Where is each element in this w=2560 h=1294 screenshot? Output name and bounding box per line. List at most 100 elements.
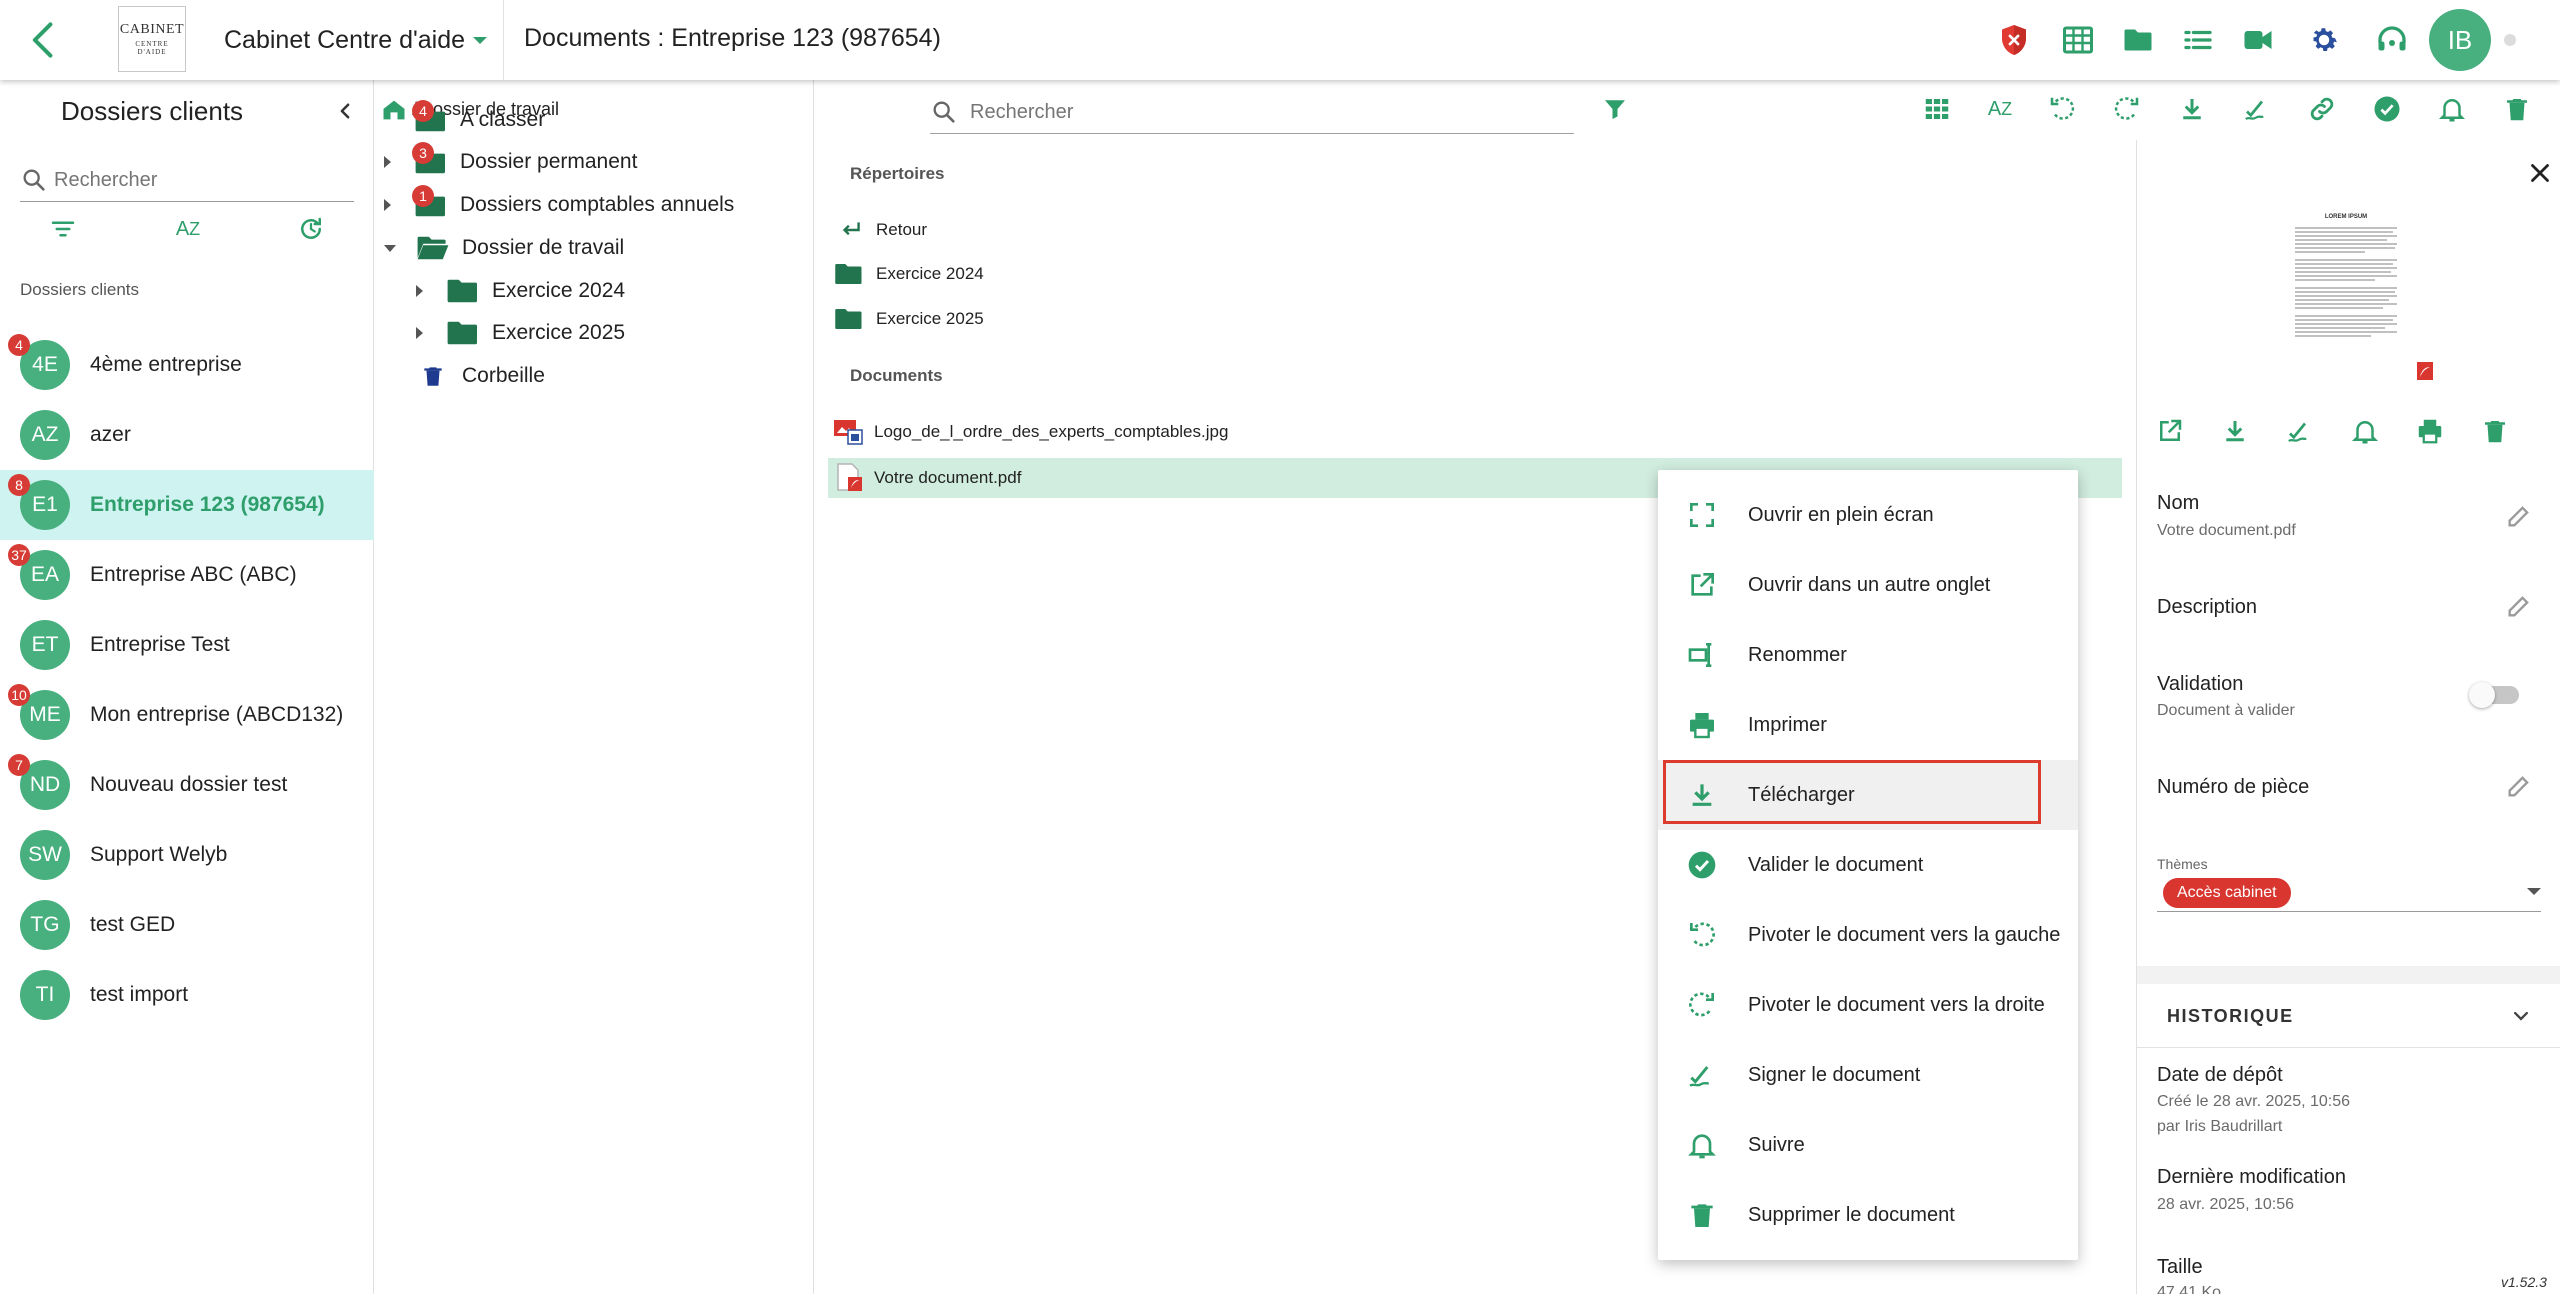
expand-arrow-icon[interactable] bbox=[384, 156, 391, 168]
collapse-chevron-icon[interactable] bbox=[330, 96, 360, 126]
client-row[interactable]: 10 ME Mon entreprise (ABCD132) bbox=[0, 680, 374, 750]
client-row-selected[interactable]: 8 E1 Entreprise 123 (987654) bbox=[0, 470, 374, 540]
rotate-right-icon[interactable] bbox=[2112, 94, 2142, 124]
client-row[interactable]: AZ azer bbox=[0, 400, 374, 470]
context-menu-item[interactable]: Télécharger bbox=[1658, 760, 2078, 830]
folder-badge: 1 bbox=[412, 185, 434, 207]
expand-arrow-icon[interactable] bbox=[384, 199, 391, 211]
spreadsheet-icon[interactable] bbox=[2054, 16, 2102, 64]
expand-arrow-icon[interactable] bbox=[416, 285, 423, 297]
folder-icon[interactable] bbox=[2114, 16, 2162, 64]
document-row[interactable]: Logo_de_l_ordre_des_experts_comptables.j… bbox=[834, 414, 1228, 450]
back-arrow-icon[interactable] bbox=[22, 18, 66, 62]
back-row[interactable]: Retour bbox=[838, 214, 927, 246]
tree-item-dossiers-comptables[interactable]: 1 Dossiers comptables annuels bbox=[384, 185, 734, 225]
tree-item-dossier-permanent[interactable]: 3 Dossier permanent bbox=[384, 142, 637, 182]
client-row[interactable]: 7 ND Nouveau dossier test bbox=[0, 750, 374, 820]
download-icon[interactable] bbox=[2220, 416, 2250, 446]
sidebar-search[interactable] bbox=[20, 160, 354, 202]
tree-item-corbeille[interactable]: Corbeille bbox=[420, 356, 545, 396]
context-menu-item[interactable]: Suivre bbox=[1658, 1110, 2078, 1180]
tree-item-dossier-de-travail[interactable]: Dossier de travail bbox=[384, 228, 624, 268]
sort-az-icon[interactable]: AZ bbox=[1982, 94, 2018, 124]
client-avatar: AZ bbox=[20, 410, 70, 460]
context-menu-item[interactable]: Ouvrir dans un autre onglet bbox=[1658, 550, 2078, 620]
client-initials: SW bbox=[28, 843, 62, 866]
trash-icon[interactable] bbox=[2502, 94, 2532, 124]
sidebar-search-input[interactable] bbox=[54, 164, 344, 196]
section-label: Dossiers clients bbox=[20, 280, 140, 299]
theme-chip[interactable]: Accès cabinet bbox=[2163, 878, 2291, 908]
context-menu-label: Pivoter le document vers la droite bbox=[1748, 993, 2045, 1016]
signature-icon[interactable] bbox=[2242, 94, 2272, 124]
filter-funnel-icon[interactable] bbox=[1600, 94, 1630, 124]
refresh-icon[interactable] bbox=[296, 214, 326, 244]
close-icon[interactable] bbox=[2525, 158, 2555, 188]
themes-select[interactable]: Thèmes Accès cabinet bbox=[2157, 856, 2541, 912]
print-icon[interactable] bbox=[2415, 416, 2445, 446]
folder-icon bbox=[835, 264, 862, 284]
bell-icon[interactable] bbox=[2437, 94, 2467, 124]
tree-label: Dossier de travail bbox=[462, 236, 625, 259]
historique-header[interactable]: HISTORIQUE bbox=[2137, 984, 2560, 1048]
link-icon[interactable] bbox=[2307, 94, 2337, 124]
context-menu-item[interactable]: Pivoter le document vers la gauche bbox=[1658, 900, 2078, 970]
page-title: Documents : Entreprise 123 (987654) bbox=[524, 24, 941, 52]
user-avatar[interactable]: IB bbox=[2429, 9, 2491, 71]
documents-search-input[interactable] bbox=[970, 96, 1560, 128]
context-menu-label: Imprimer bbox=[1748, 713, 1827, 736]
directory-row[interactable]: Exercice 2024 bbox=[834, 258, 984, 290]
edit-piece-pencil-icon[interactable] bbox=[2505, 772, 2533, 800]
client-initials: EA bbox=[30, 563, 59, 586]
context-menu-item[interactable]: Valider le document bbox=[1658, 830, 2078, 900]
context-menu-item[interactable]: Supprimer le document bbox=[1658, 1180, 2078, 1250]
print-icon bbox=[1686, 709, 1718, 741]
rotate-left-icon[interactable] bbox=[2047, 94, 2077, 124]
context-menu-item[interactable]: Pivoter le document vers la droite bbox=[1658, 970, 2078, 1040]
directory-row[interactable]: Exercice 2025 bbox=[834, 303, 984, 335]
check-circle-icon[interactable] bbox=[2372, 94, 2402, 124]
context-menu-item[interactable]: Ouvrir en plein écran bbox=[1658, 480, 2078, 550]
context-menu-label: Supprimer le document bbox=[1748, 1203, 1955, 1226]
validation-toggle[interactable] bbox=[2469, 682, 2519, 708]
tree-item-exercice-2024[interactable]: Exercice 2024 bbox=[416, 271, 625, 311]
client-row[interactable]: ET Entreprise Test bbox=[0, 610, 374, 680]
description-label: Description bbox=[2157, 596, 2258, 618]
client-initials: ND bbox=[29, 773, 61, 796]
toggle-knob bbox=[2469, 682, 2495, 708]
list-icon[interactable] bbox=[2174, 16, 2222, 64]
folder-open-icon bbox=[416, 234, 450, 262]
open-in-new-icon[interactable] bbox=[2155, 416, 2185, 446]
sort-az-icon[interactable]: AZ bbox=[170, 214, 206, 244]
client-row[interactable]: 4 4E 4ème entreprise bbox=[0, 330, 374, 400]
grid-view-icon[interactable] bbox=[1922, 94, 1952, 124]
client-row[interactable]: TG test GED bbox=[0, 890, 374, 960]
collapse-arrow-icon[interactable] bbox=[384, 244, 396, 252]
client-row[interactable]: 37 EA Entreprise ABC (ABC) bbox=[0, 540, 374, 610]
filter-lines-icon[interactable] bbox=[48, 214, 78, 244]
context-menu-item[interactable]: Signer le document bbox=[1658, 1040, 2078, 1110]
edit-name-pencil-icon[interactable] bbox=[2505, 502, 2533, 530]
client-row[interactable]: TI test import bbox=[0, 960, 374, 1030]
context-menu-item[interactable]: Renommer bbox=[1658, 620, 2078, 690]
edit-description-pencil-icon[interactable] bbox=[2505, 592, 2533, 620]
support-headset-icon[interactable] bbox=[2368, 16, 2416, 64]
piece-number-label: Numéro de pièce bbox=[2157, 776, 2310, 798]
document-preview[interactable]: LOREM IPSUM bbox=[2291, 212, 2433, 380]
document-label: Logo_de_l_ordre_des_experts_comptables.j… bbox=[874, 422, 1229, 441]
video-camera-icon[interactable] bbox=[2234, 16, 2282, 64]
bell-icon[interactable] bbox=[2350, 416, 2380, 446]
context-menu-item[interactable]: Imprimer bbox=[1658, 690, 2078, 760]
return-arrow-icon bbox=[842, 222, 860, 236]
client-row[interactable]: SW Support Welyb bbox=[0, 820, 374, 890]
cabinet-selector[interactable]: Cabinet Centre d'aide bbox=[224, 24, 488, 56]
tree-item-exercice-2025[interactable]: Exercice 2025 bbox=[416, 313, 625, 353]
shield-icon[interactable] bbox=[1990, 16, 2038, 64]
tree-item-a-classer[interactable]: 4 A classer bbox=[412, 100, 545, 140]
trash-icon[interactable] bbox=[2480, 416, 2510, 446]
documents-search[interactable] bbox=[930, 92, 1574, 134]
download-icon[interactable] bbox=[2177, 94, 2207, 124]
expand-arrow-icon[interactable] bbox=[416, 327, 423, 339]
settings-gear-icon[interactable] bbox=[2300, 16, 2348, 64]
signature-icon[interactable] bbox=[2285, 416, 2315, 446]
